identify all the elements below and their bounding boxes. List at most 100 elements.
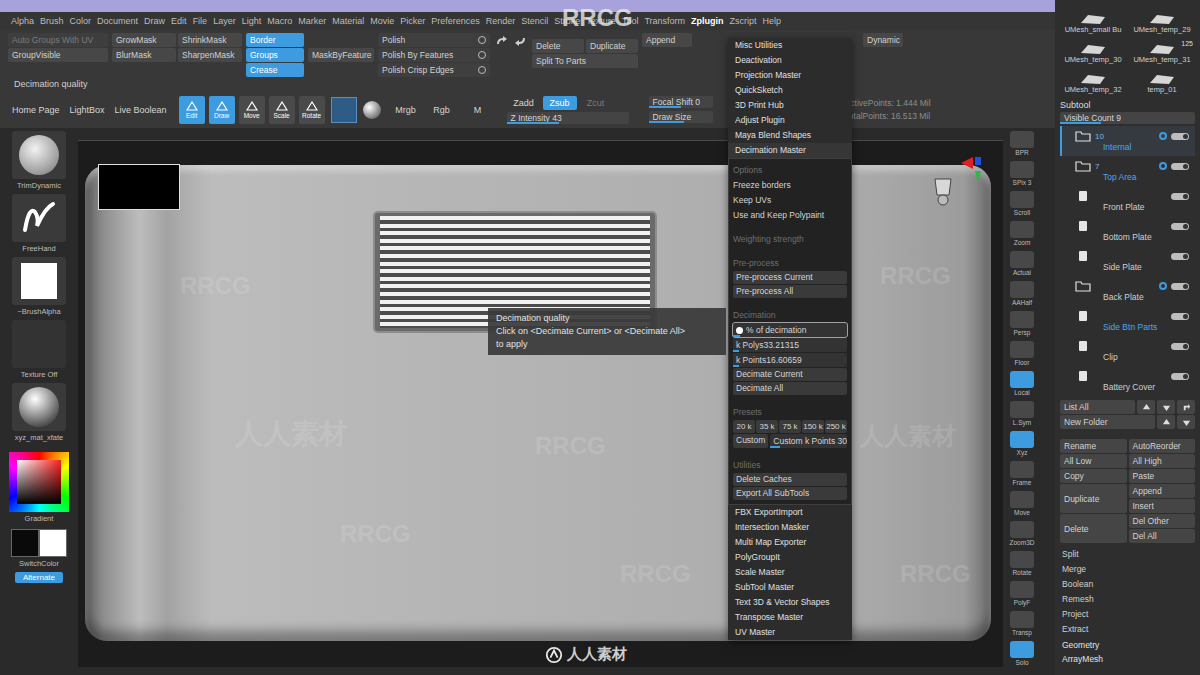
polyframe-icon[interactable] [331, 97, 357, 123]
toolbar-button[interactable]: Crease [246, 63, 304, 77]
view-button[interactable]: Frame [1006, 458, 1038, 488]
menu-entry[interactable]: SubTool Master [728, 580, 852, 595]
color-swatch[interactable] [11, 529, 39, 557]
view-button[interactable]: Actual [1006, 248, 1038, 278]
menu-entry[interactable]: Text 3D & Vector Shapes [728, 595, 852, 610]
menu-item[interactable]: Preferences [430, 16, 481, 26]
tool-thumbnail[interactable]: UMesh_temp_32 [1060, 64, 1126, 94]
view-button[interactable]: BPR [1006, 128, 1038, 158]
mode-button[interactable]: Zcut [579, 96, 613, 110]
panel-button[interactable]: Delete Caches [733, 473, 847, 486]
toolbar-button[interactable]: Polish [378, 33, 490, 47]
panel-slider[interactable]: k Polys33.21315 [733, 338, 847, 352]
toggle-button[interactable]: Use and Keep Polypaint [733, 208, 847, 222]
action-button[interactable]: AutoReorder [1129, 439, 1196, 453]
mode-button[interactable]: Mrgb [389, 103, 423, 117]
menu-item[interactable]: Picker [399, 16, 426, 26]
color-picker[interactable] [9, 452, 69, 512]
menu-item[interactable]: Material [331, 16, 365, 26]
action-button[interactable]: Remesh [1060, 592, 1195, 607]
view-button[interactable]: Zoom3D [1006, 518, 1038, 548]
preset-button[interactable]: 35 k [756, 420, 778, 433]
menu-entry[interactable]: Projection Master [728, 68, 852, 83]
hue-ring[interactable] [9, 452, 69, 512]
action-button[interactable]: Merge [1060, 562, 1195, 577]
view-button[interactable]: AAHalf [1006, 278, 1038, 308]
menu-entry[interactable]: Multi Map Exporter [728, 535, 852, 550]
menu-item[interactable]: Zplugin [690, 16, 725, 26]
toolbar-button[interactable]: GrowMask [112, 33, 176, 47]
menu-entry[interactable]: Intersection Masker [728, 520, 852, 535]
view-button[interactable]: Transp [1006, 608, 1038, 638]
menu-item[interactable]: Transform [643, 16, 686, 26]
viewport-canvas[interactable] [78, 140, 1003, 667]
focal-shift-slider[interactable]: Focal Shift 0 [649, 96, 713, 108]
action-button[interactable]: Append [1129, 484, 1196, 498]
shelf-item[interactable]: xyz_mat_xfate [12, 383, 66, 442]
custom-button[interactable]: Custom [733, 434, 768, 448]
subtool-row[interactable]: Side Btn Parts [1060, 306, 1195, 336]
arrow-button[interactable] [1177, 415, 1195, 429]
subtool-row[interactable]: 7Top Area [1060, 156, 1195, 186]
list-button[interactable]: List All [1060, 400, 1135, 414]
panel-button[interactable]: Decimate Current [733, 368, 847, 381]
view-button[interactable]: Zoom [1006, 218, 1038, 248]
menu-item[interactable]: Edit [170, 16, 188, 26]
menu-item[interactable]: Macro [266, 16, 293, 26]
tool-thumbnail[interactable]: UMesh_small Bu [1060, 4, 1126, 34]
menu-item[interactable]: Alpha [10, 16, 35, 26]
action-button[interactable]: Rename [1060, 439, 1127, 453]
toolbar-button[interactable]: Split To Parts [532, 54, 638, 68]
menu-item[interactable]: Help [762, 16, 783, 26]
toggle-button[interactable]: Freeze borders [733, 178, 847, 192]
tool-button[interactable]: Move [239, 96, 265, 124]
menu-entry-expanded[interactable]: Decimation Master [728, 143, 852, 158]
arrow-button[interactable] [1157, 400, 1175, 414]
menu-entry[interactable]: 3D Print Hub [728, 98, 852, 113]
view-button[interactable]: Scroll [1006, 188, 1038, 218]
visibility-toggle-icon[interactable] [1171, 163, 1189, 170]
panel-slider[interactable]: % of decimation [733, 323, 847, 337]
action-button[interactable]: Del All [1129, 529, 1196, 543]
shelf-item[interactable]: TrimDynamic [12, 131, 66, 190]
z-intensity-slider[interactable]: Z Intensity 43 [507, 112, 629, 124]
view-button[interactable]: Floor [1006, 338, 1038, 368]
tool-thumbnail[interactable]: UMesh_temp_30 [1060, 34, 1126, 64]
mode-button[interactable]: Zsub [543, 96, 577, 110]
subtool-row[interactable]: Back Plate [1060, 276, 1195, 306]
toolbar-button[interactable]: MaskByFeature [308, 48, 374, 62]
view-button[interactable]: Solo [1006, 638, 1038, 668]
subtool-row[interactable]: Bottom Plate [1060, 216, 1195, 246]
visible-count-slider[interactable]: Visible Count 9 [1060, 112, 1195, 124]
mode-button[interactable]: Zadd [507, 96, 541, 110]
view-button[interactable]: L.Sym [1006, 398, 1038, 428]
action-button[interactable]: Delete [1060, 514, 1127, 543]
panel-button[interactable]: Decimate All [733, 382, 847, 395]
arrow-button[interactable] [1137, 400, 1155, 414]
menu-item[interactable]: Draw [143, 16, 166, 26]
action-button[interactable]: All High [1129, 454, 1196, 468]
action-button[interactable]: All Low [1060, 454, 1127, 468]
panel-slider[interactable]: k Points16.60659 [733, 353, 847, 367]
color-square[interactable] [17, 460, 61, 504]
panel-slider[interactable]: Custom k Points 30 [770, 434, 847, 448]
undo-icon[interactable] [512, 35, 528, 47]
menu-item[interactable]: Stroke [553, 16, 581, 26]
visibility-toggle-icon[interactable] [1171, 283, 1189, 290]
arrow-button[interactable] [1157, 415, 1175, 429]
action-button[interactable]: Project [1060, 607, 1195, 622]
menu-item[interactable]: Tool [621, 16, 640, 26]
subtool-row[interactable]: 10Internal [1060, 126, 1195, 156]
menu-entry[interactable]: Adjust Plugin [728, 113, 852, 128]
toolbar-button[interactable]: SharpenMask [178, 48, 242, 62]
visibility-toggle-icon[interactable] [1171, 193, 1189, 200]
visibility-toggle-icon[interactable] [1171, 373, 1189, 380]
preset-button[interactable]: 150 k [802, 420, 824, 433]
menu-entry[interactable]: UV Master [728, 625, 852, 640]
visibility-toggle-icon[interactable] [1171, 343, 1189, 350]
tool-button[interactable]: Rotate [299, 96, 325, 124]
view-button[interactable]: Local [1006, 368, 1038, 398]
visibility-toggle-icon[interactable] [1171, 223, 1189, 230]
subtool-row[interactable]: Battery Cover [1060, 366, 1195, 396]
shelf-item[interactable]: FreeHand [12, 194, 66, 253]
